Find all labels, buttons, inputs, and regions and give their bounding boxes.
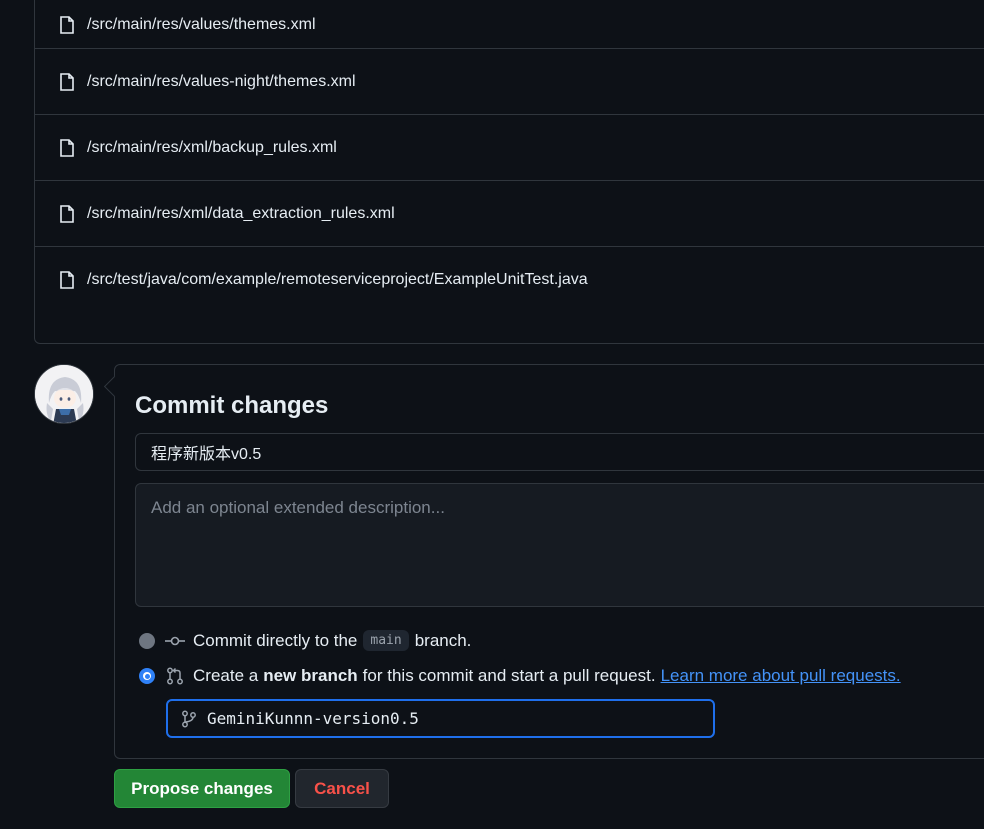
option-new-branch-strong: new branch xyxy=(263,666,358,685)
option-commit-direct[interactable]: Commit directly to the main branch. xyxy=(139,630,471,651)
commit-description-input[interactable] xyxy=(135,483,984,607)
file-row[interactable]: /src/test/java/com/example/remoteservice… xyxy=(35,246,984,312)
cancel-button[interactable]: Cancel xyxy=(295,769,389,808)
new-branch-name-field[interactable] xyxy=(166,699,715,738)
file-row[interactable]: /src/main/res/xml/data_extraction_rules.… xyxy=(35,180,984,246)
radio-new-branch[interactable] xyxy=(139,668,155,684)
page: /src/main/res/values/themes.xml /src/mai… xyxy=(0,0,984,829)
git-pull-request-icon xyxy=(165,666,185,686)
file-row[interactable]: /src/main/res/values/themes.xml xyxy=(35,0,984,48)
file-icon xyxy=(57,72,77,92)
git-commit-icon xyxy=(165,631,185,651)
avatar-image xyxy=(35,365,93,423)
changed-files-list: /src/main/res/values/themes.xml /src/mai… xyxy=(34,0,984,344)
git-branch-icon xyxy=(179,709,199,729)
file-path: /src/main/res/values-night/themes.xml xyxy=(87,72,356,90)
file-icon xyxy=(57,15,77,35)
option-direct-prefix: Commit directly to the xyxy=(193,630,358,650)
new-branch-name-input[interactable] xyxy=(207,709,687,728)
radio-commit-direct[interactable] xyxy=(139,632,155,649)
file-icon xyxy=(57,204,77,224)
option-new-branch-suffix: for this commit and start a pull request… xyxy=(362,666,656,685)
commit-title: Commit changes xyxy=(135,392,329,419)
avatar[interactable] xyxy=(34,364,94,424)
file-row[interactable]: /src/main/res/xml/backup_rules.xml xyxy=(35,114,984,180)
option-new-branch[interactable]: Create a new branch for this commit and … xyxy=(139,666,901,686)
option-direct-suffix: branch. xyxy=(414,630,472,650)
file-icon xyxy=(57,138,77,158)
commit-summary-value: 程序新版本v0.5 xyxy=(151,446,262,463)
propose-changes-button[interactable]: Propose changes xyxy=(114,769,290,808)
file-path: /src/main/res/xml/data_extraction_rules.… xyxy=(87,204,395,222)
file-icon xyxy=(57,270,77,290)
commit-summary-input[interactable]: 程序新版本v0.5 xyxy=(135,433,984,471)
branch-name-pill: main xyxy=(363,630,409,651)
file-row[interactable]: /src/main/res/values-night/themes.xml xyxy=(35,48,984,114)
file-path: /src/main/res/values/themes.xml xyxy=(87,16,316,33)
learn-more-pull-requests-link[interactable]: Learn more about pull requests. xyxy=(661,666,901,686)
file-path: /src/test/java/com/example/remoteservice… xyxy=(87,270,588,288)
commit-panel: Commit changes 程序新版本v0.5 Commit directly… xyxy=(114,364,984,759)
option-new-branch-prefix: Create a xyxy=(193,666,259,685)
file-path: /src/main/res/xml/backup_rules.xml xyxy=(87,138,337,156)
